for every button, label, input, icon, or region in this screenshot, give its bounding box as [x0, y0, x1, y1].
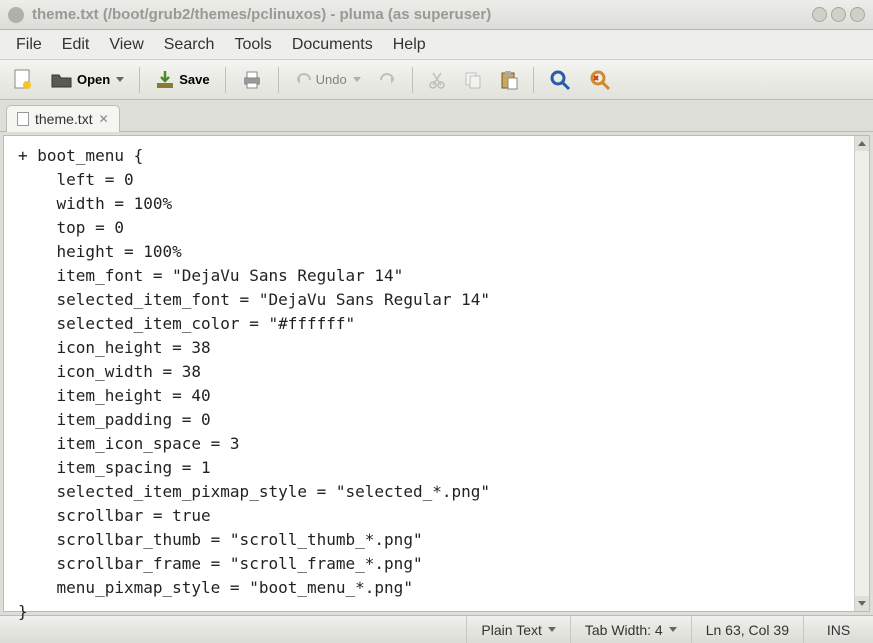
editor-area: + boot_menu { left = 0 width = 100% top …	[0, 132, 873, 615]
scroll-down-button[interactable]	[855, 596, 869, 611]
toolbar-separator	[533, 67, 534, 93]
scroll-up-button[interactable]	[855, 136, 869, 151]
document-icon	[17, 112, 29, 126]
vertical-scrollbar[interactable]	[854, 136, 869, 611]
maximize-button[interactable]	[831, 7, 846, 22]
print-icon	[241, 70, 263, 90]
redo-icon	[379, 72, 397, 88]
cut-button[interactable]	[421, 66, 453, 94]
menu-view[interactable]: View	[99, 32, 153, 58]
document-tab[interactable]: theme.txt ✕	[6, 105, 120, 132]
menubar: File Edit View Search Tools Documents He…	[0, 30, 873, 60]
app-icon	[8, 7, 24, 23]
save-label: Save	[179, 72, 209, 87]
text-editor[interactable]: + boot_menu { left = 0 width = 100% top …	[3, 135, 870, 612]
save-button[interactable]: Save	[148, 65, 216, 95]
redo-button[interactable]	[372, 67, 404, 93]
paste-icon	[500, 70, 518, 90]
cut-icon	[428, 71, 446, 89]
menu-help[interactable]: Help	[383, 32, 436, 58]
undo-icon	[294, 72, 312, 88]
menu-documents[interactable]: Documents	[282, 32, 383, 58]
tab-label: theme.txt	[35, 111, 93, 127]
new-button[interactable]	[6, 64, 40, 96]
window-title: theme.txt (/boot/grub2/themes/pclinuxos)…	[32, 6, 808, 23]
undo-button[interactable]: Undo	[287, 67, 368, 93]
close-button[interactable]	[850, 7, 865, 22]
toolbar: Open Save Undo	[0, 60, 873, 100]
minimize-button[interactable]	[812, 7, 827, 22]
open-label: Open	[77, 72, 110, 87]
titlebar: theme.txt (/boot/grub2/themes/pclinuxos)…	[0, 0, 873, 30]
search-icon	[549, 69, 571, 91]
toolbar-separator	[278, 67, 279, 93]
open-button[interactable]: Open	[44, 65, 131, 95]
toolbar-separator	[412, 67, 413, 93]
editor-content[interactable]: + boot_menu { left = 0 width = 100% top …	[4, 136, 869, 632]
tabbar: theme.txt ✕	[0, 100, 873, 132]
copy-icon	[464, 71, 482, 89]
folder-open-icon	[51, 70, 73, 90]
find-replace-button[interactable]	[582, 64, 618, 96]
find-replace-icon	[589, 69, 611, 91]
open-dropdown-icon	[116, 77, 124, 82]
undo-label: Undo	[316, 72, 347, 87]
copy-button[interactable]	[457, 66, 489, 94]
new-file-icon	[13, 69, 33, 91]
paste-button[interactable]	[493, 65, 525, 95]
menu-file[interactable]: File	[6, 32, 52, 58]
menu-edit[interactable]: Edit	[52, 32, 100, 58]
save-icon	[155, 70, 175, 90]
tab-close-icon[interactable]: ✕	[99, 112, 109, 126]
undo-dropdown-icon	[353, 77, 361, 82]
toolbar-separator	[139, 67, 140, 93]
menu-tools[interactable]: Tools	[224, 32, 281, 58]
toolbar-separator	[225, 67, 226, 93]
menu-search[interactable]: Search	[154, 32, 225, 58]
find-button[interactable]	[542, 64, 578, 96]
print-button[interactable]	[234, 65, 270, 95]
